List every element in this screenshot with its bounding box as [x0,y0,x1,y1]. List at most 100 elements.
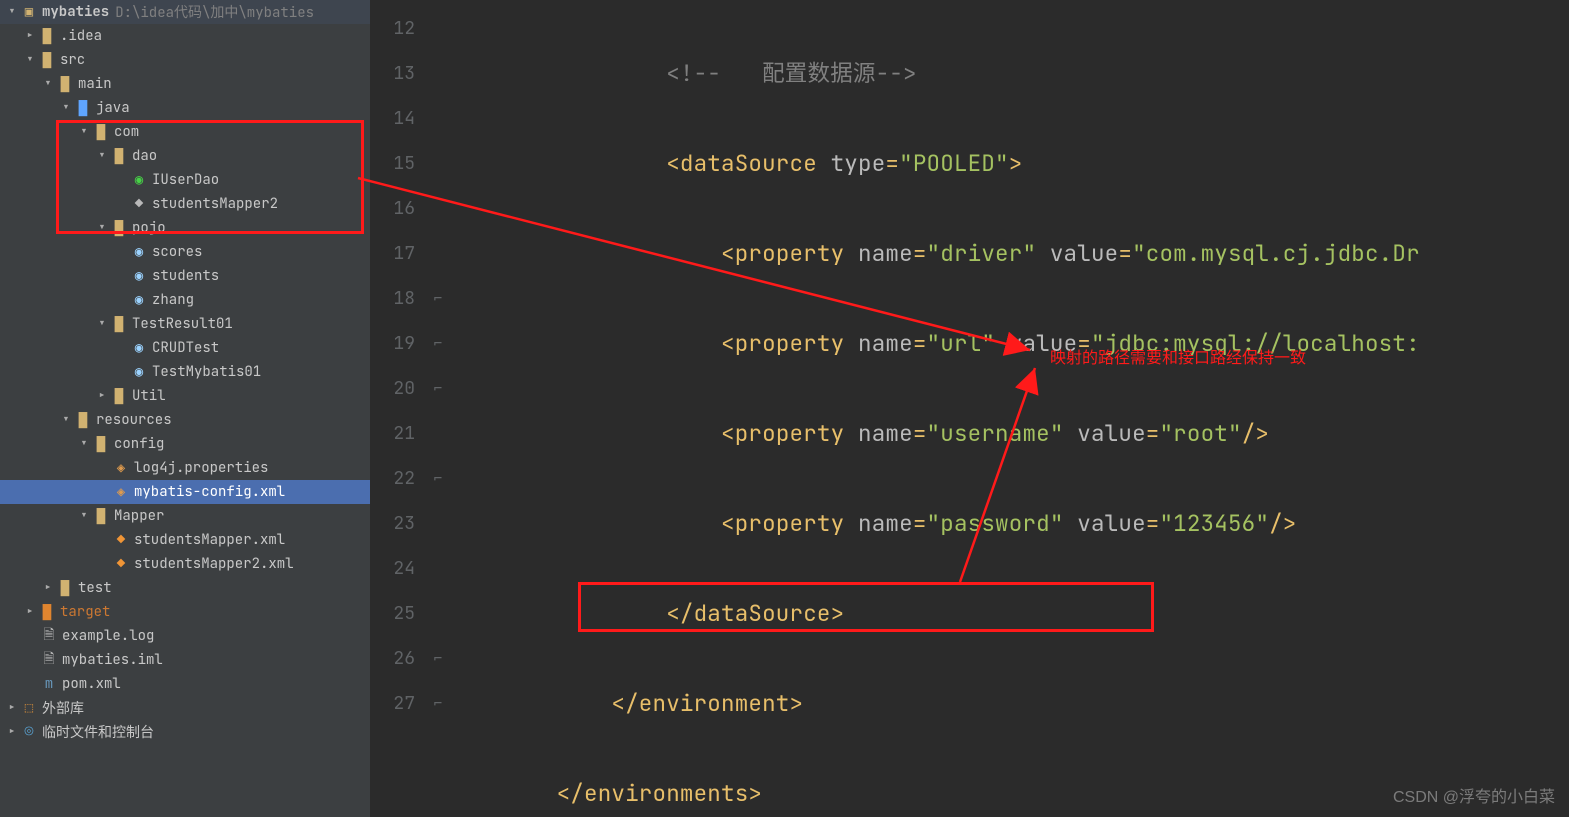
chevron-down-icon: ▾ [94,219,110,237]
chevron-right-icon: ▸ [22,27,38,45]
tree-testresult01[interactable]: ▾ ▇ TestResult01 [0,312,370,336]
library-icon: ⬚ [20,699,38,717]
resources-folder-icon: ▇ [74,411,92,429]
log-file-icon: 🗎 [40,624,58,648]
folder-icon: ▇ [56,579,74,597]
line-number: 15 [371,141,429,186]
line-number: 18 [371,276,429,321]
line-number: 13 [371,51,429,96]
class-icon: ◉ [130,243,148,261]
tree-target[interactable]: ▸ ▇ target [0,600,370,624]
mapper-xml-icon: ◆ [112,555,130,573]
line-number: 24 [371,546,429,591]
properties-icon: ◈ [112,459,130,477]
chevron-down-icon: ▾ [94,315,110,333]
chevron-right-icon: ▸ [4,723,20,741]
tree-log4j[interactable]: ◈ log4j.properties [0,456,370,480]
editor[interactable]: 12 13 14 15 16 17 18 19 20 21 22 23 24 2… [371,0,1569,817]
line-number: 20 [371,366,429,411]
tree-config[interactable]: ▾ ▇ config [0,432,370,456]
code-area[interactable]: <!-- 配置数据源--> <dataSource type="POOLED">… [447,0,1569,817]
tree-scores[interactable]: ◉ scores [0,240,370,264]
tree-mybaties-iml[interactable]: 🗎 mybaties.iml [0,648,370,672]
tree-src[interactable]: ▾ ▇ src [0,48,370,72]
chevron-down-icon: ▾ [76,435,92,453]
line-number: 17 [371,231,429,276]
chevron-down-icon: ▾ [76,507,92,525]
tree-pojo[interactable]: ▾ ▇ pojo [0,216,370,240]
tree-students[interactable]: ◉ students [0,264,370,288]
scratch-icon: ◎ [20,723,38,741]
tree-studentsmapper-xml[interactable]: ◆ studentsMapper.xml [0,528,370,552]
xml-icon: ◈ [112,483,130,501]
gutter: 12 13 14 15 16 17 18 19 20 21 22 23 24 2… [371,0,429,817]
folder-icon: ▇ [92,435,110,453]
tree-test[interactable]: ▸ ▇ test [0,576,370,600]
chevron-down-icon: ▾ [94,147,110,165]
fold-end-icon[interactable]: ⌐ [429,366,447,411]
line-number: 27 [371,681,429,726]
tree-resources[interactable]: ▾ ▇ resources [0,408,370,432]
line-number: 22 [371,456,429,501]
chevron-down-icon: ▾ [58,99,74,117]
chevron-down-icon: ▾ [76,123,92,141]
src-folder-icon: ▇ [74,99,92,117]
fold-end-icon[interactable]: ⌐ [429,681,447,726]
project-tree[interactable]: ▾ ▣ mybaties D:\idea代码\加中\mybaties ▸ ▇ .… [0,0,371,817]
tree-zhang[interactable]: ◉ zhang [0,288,370,312]
tree-java[interactable]: ▾ ▇ java [0,96,370,120]
tree-util[interactable]: ▸ ▇ Util [0,384,370,408]
line-number: 19 [371,321,429,366]
tree-studentsmapper2-xml[interactable]: ◆ studentsMapper2.xml [0,552,370,576]
class-icon: ◉ [130,267,148,285]
root-path: D:\idea代码\加中\mybaties [115,2,314,22]
line-number: 26 [371,636,429,681]
tree-studentsmapper2[interactable]: ◆ studentsMapper2 [0,192,370,216]
tree-root[interactable]: ▾ ▣ mybaties D:\idea代码\加中\mybaties [0,0,370,24]
iml-file-icon: 🗎 [40,648,58,672]
folder-icon: ▇ [38,51,56,69]
line-number: 23 [371,501,429,546]
chevron-right-icon: ▸ [22,603,38,621]
class-icon: ◉ [130,291,148,309]
fold-end-icon[interactable]: ⌐ [429,636,447,681]
folder-icon: ▇ [38,27,56,45]
tree-mybatis-config[interactable]: ◈ mybatis-config.xml [0,480,370,504]
chevron-down-icon: ▾ [40,75,56,93]
chevron-right-icon: ▸ [40,579,56,597]
interface-icon: ◉ [130,171,148,189]
package-icon: ▇ [92,123,110,141]
chevron-right-icon: ▸ [94,387,110,405]
line-number: 14 [371,96,429,141]
fold-end-icon[interactable]: ⌐ [429,276,447,321]
class-run-icon: ◉ [130,339,148,357]
target-folder-icon: ▇ [38,603,56,621]
line-number: 16 [371,186,429,231]
root-label: mybaties [42,3,109,21]
mapper-xml-icon: ◆ [112,531,130,549]
tree-testmybatis01[interactable]: ◉ TestMybatis01 [0,360,370,384]
package-icon: ▇ [110,315,128,333]
tree-mapper-folder[interactable]: ▾ ▇ Mapper [0,504,370,528]
chevron-down-icon: ▾ [22,51,38,69]
tree-dao[interactable]: ▾ ▇ dao [0,144,370,168]
fold-end-icon[interactable]: ⌐ [429,321,447,366]
line-number: 21 [371,411,429,456]
line-number: 25 [371,591,429,636]
tree-iuserdao[interactable]: ◉ IUserDao [0,168,370,192]
maven-icon: m [40,675,58,693]
folder-icon: ▇ [56,75,74,93]
folder-icon: ▇ [92,507,110,525]
tree-external-libs[interactable]: ▸ ⬚ 外部库 [0,696,370,720]
tree-idea[interactable]: ▸ ▇ .idea [0,24,370,48]
tree-com[interactable]: ▾ ▇ com [0,120,370,144]
chevron-down-icon: ▾ [4,3,20,21]
fold-open-icon[interactable]: ⌐ [429,456,447,501]
tree-crudtest[interactable]: ◉ CRUDTest [0,336,370,360]
tree-pom-xml[interactable]: m pom.xml [0,672,370,696]
tree-main[interactable]: ▾ ▇ main [0,72,370,96]
tree-scratches[interactable]: ▸ ◎ 临时文件和控制台 [0,720,370,744]
mapper-icon: ◆ [130,195,148,213]
package-icon: ▇ [110,147,128,165]
tree-example-log[interactable]: 🗎 example.log [0,624,370,648]
